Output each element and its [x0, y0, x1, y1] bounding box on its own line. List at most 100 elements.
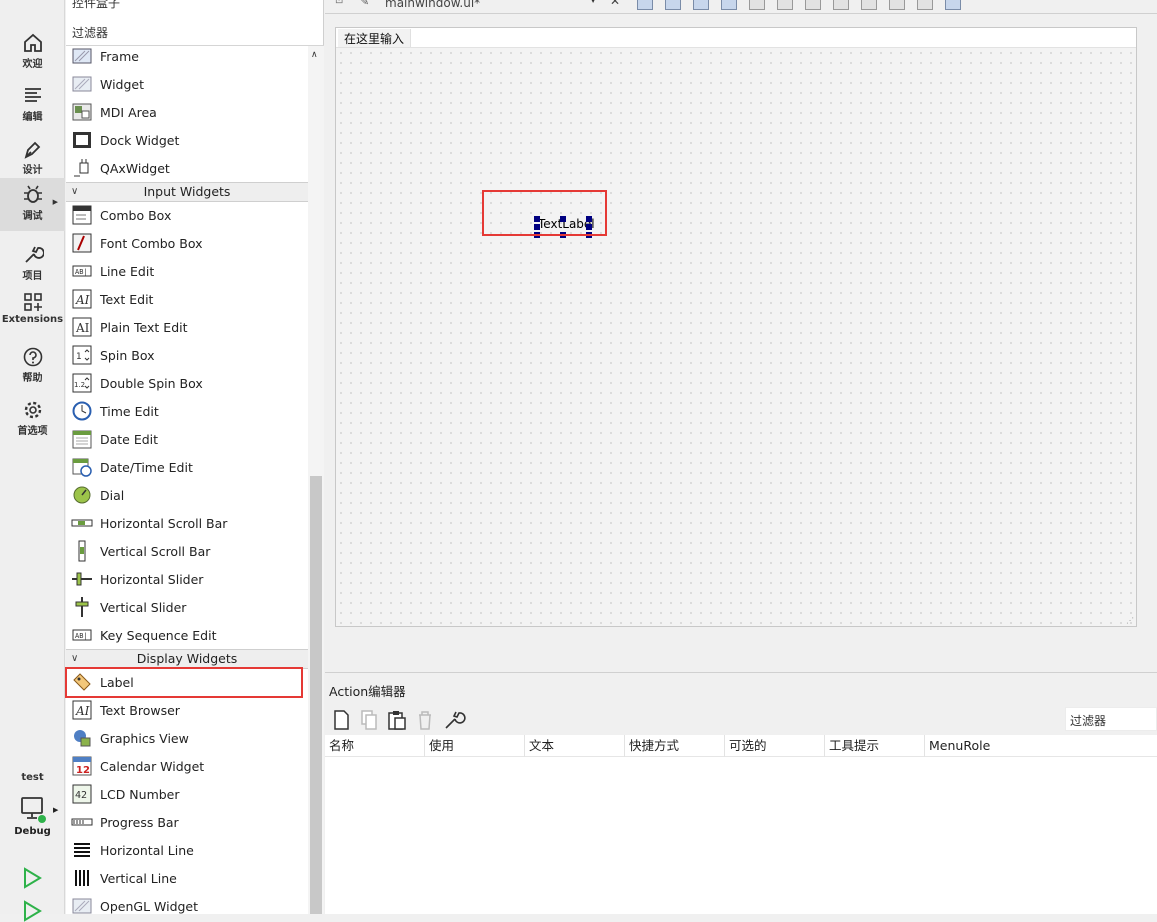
size-grip[interactable]: ⋰ [1126, 616, 1134, 625]
widget-item-text-edit[interactable]: AI Text Edit [66, 285, 308, 313]
help-icon [23, 347, 42, 367]
widget-item-lcd-number[interactable]: 42 LCD Number [66, 780, 308, 808]
column-header[interactable]: 可选的 [725, 735, 825, 757]
delete-icon[interactable] [415, 709, 435, 731]
mode-bar: 欢迎 编辑 设计 调试 ▶ 项目 Extensions 帮助 首选项 test … [0, 0, 65, 922]
form-menubar: 在这里输入 [336, 28, 1136, 48]
widget-item-label[interactable]: Label [66, 668, 308, 696]
chevron-down-icon[interactable]: ▼ [590, 0, 596, 4]
widget-item-line-edit[interactable]: AB| Line Edit [66, 257, 308, 285]
configure-wrench-icon[interactable] [443, 709, 467, 731]
widget-item-qaxwidget[interactable]: QAxWidget [66, 154, 308, 182]
edit-tab-order-icon[interactable] [721, 0, 737, 10]
edit-signals-icon[interactable] [665, 0, 681, 10]
main-window-form[interactable]: 在这里输入 TextLabel ⋰ [335, 27, 1137, 627]
edit-widgets-icon[interactable] [637, 0, 653, 10]
widget-item-dock-widget[interactable]: Dock Widget [66, 126, 308, 154]
layout-grid-icon[interactable] [889, 0, 905, 10]
scrollbar-thumb[interactable] [310, 476, 322, 914]
paste-icon[interactable] [387, 709, 407, 731]
menubar-type-here[interactable]: 在这里输入 [338, 29, 412, 47]
column-header[interactable]: MenuRole [925, 735, 1157, 757]
mode-label: 欢迎 [22, 59, 43, 70]
column-header[interactable]: 工具提示 [825, 735, 925, 757]
widget-item-date-edit[interactable]: Date Edit [66, 425, 308, 453]
widget-item-double-spin-box[interactable]: 1.2 Double Spin Box [66, 369, 308, 397]
chevron-up-icon[interactable]: ∧ [311, 50, 318, 60]
mode-edit[interactable]: 编辑 [0, 79, 65, 132]
document-selector[interactable]: mainwindow.ui* [385, 0, 480, 10]
progress-bar-icon [71, 811, 93, 833]
close-icon[interactable]: ✕ [610, 0, 620, 8]
widget-item-vertical-slider[interactable]: Vertical Slider [66, 593, 308, 621]
widget-item-font-combo-box[interactable]: Font Combo Box [66, 229, 308, 257]
widget-item-horizontal-scroll-bar[interactable]: Horizontal Scroll Bar [66, 509, 308, 537]
widget-item-calendar-widget[interactable]: 12 Calendar Widget [66, 752, 308, 780]
widget-list: Frame Widget MDI Area Dock Widget QAxWid… [66, 46, 308, 914]
mode-projects[interactable]: 项目 [0, 238, 65, 291]
widget-item-opengl-widget[interactable]: OpenGL Widget [66, 892, 308, 914]
widget-item-horizontal-slider[interactable]: Horizontal Slider [66, 565, 308, 593]
spin-box-icon: 1 [71, 344, 93, 366]
copy-icon[interactable] [359, 709, 379, 731]
column-header[interactable]: 名称 [325, 735, 425, 757]
clock-icon [71, 400, 93, 422]
widget-item-vertical-line[interactable]: Vertical Line [66, 864, 308, 892]
category-input-widgets[interactable]: ∨ Input Widgets [66, 182, 308, 202]
layout-splitter-h-icon[interactable] [805, 0, 821, 10]
action-editor-toolbar: 过滤器 [325, 703, 1157, 735]
layout-form-icon[interactable] [861, 0, 877, 10]
widget-item-text-browser[interactable]: AI Text Browser [66, 696, 308, 724]
widget-item-mdi-area[interactable]: MDI Area [66, 98, 308, 126]
new-action-icon[interactable] [331, 709, 351, 731]
gear-icon [24, 401, 41, 419]
svg-text:AB|: AB| [75, 632, 88, 640]
datetime-icon [71, 456, 93, 478]
mode-debug[interactable]: 调试 ▶ [0, 178, 65, 231]
widget-box-scrollbar[interactable]: ∧ [308, 46, 324, 914]
layout-horizontal-icon[interactable] [749, 0, 765, 10]
widget-item-combo-box[interactable]: Combo Box [66, 201, 308, 229]
chevron-down-icon: ∨ [71, 186, 79, 197]
widget-item-horizontal-line[interactable]: Horizontal Line [66, 836, 308, 864]
widget-item-spin-box[interactable]: 1 Spin Box [66, 341, 308, 369]
widget-item-widget[interactable]: Widget [66, 70, 308, 98]
category-display-widgets[interactable]: ∨ Display Widgets [66, 649, 308, 669]
action-filter-input[interactable]: 过滤器 [1065, 707, 1157, 731]
widget-item-graphics-view[interactable]: Graphics View [66, 724, 308, 752]
mode-help[interactable]: 帮助 [0, 340, 65, 393]
column-header[interactable]: 文本 [525, 735, 625, 757]
label-tag-icon [71, 671, 93, 693]
mode-extensions[interactable]: Extensions [0, 285, 65, 338]
run-icon[interactable] [22, 867, 42, 889]
layout-vertical-icon[interactable] [777, 0, 793, 10]
debug-run-icon[interactable] [22, 900, 42, 922]
dial-icon [71, 484, 93, 506]
widget-item-vertical-scroll-bar[interactable]: Vertical Scroll Bar [66, 537, 308, 565]
text-browser-icon: AI [71, 699, 93, 721]
mode-preferences[interactable]: 首选项 [0, 393, 65, 446]
mode-welcome[interactable]: 欢迎 [0, 26, 65, 79]
vertical-slider-icon [71, 596, 93, 618]
key-sequence-edit-icon: AB| [71, 624, 93, 646]
widget-item-dial[interactable]: Dial [66, 481, 308, 509]
widget-filter-input[interactable]: 过滤器 [66, 20, 324, 46]
column-header[interactable]: 快捷方式 [625, 735, 725, 757]
widget-item-progress-bar[interactable]: Progress Bar [66, 808, 308, 836]
extensions-icon [23, 293, 42, 311]
widget-item-frame[interactable]: Frame [66, 46, 308, 70]
adjust-size-icon[interactable] [945, 0, 961, 10]
widget-item-time-edit[interactable]: Time Edit [66, 397, 308, 425]
text-edit-icon: AI [71, 288, 93, 310]
column-header[interactable]: 使用 [425, 735, 525, 757]
horizontal-slider-icon [71, 568, 93, 590]
break-layout-icon[interactable] [917, 0, 933, 10]
layout-splitter-v-icon[interactable] [833, 0, 849, 10]
kit-selector[interactable]: ▶ Debug [0, 792, 65, 844]
action-editor-title: Action编辑器 [325, 673, 1157, 703]
widget-item-datetime-edit[interactable]: Date/Time Edit [66, 453, 308, 481]
widget-box: 控件盒子 过滤器 Frame Widget MDI Area Dock Widg… [66, 0, 324, 914]
widget-item-plain-text-edit[interactable]: AI Plain Text Edit [66, 313, 308, 341]
edit-buddies-icon[interactable] [693, 0, 709, 10]
widget-item-key-sequence-edit[interactable]: AB| Key Sequence Edit [66, 621, 308, 649]
